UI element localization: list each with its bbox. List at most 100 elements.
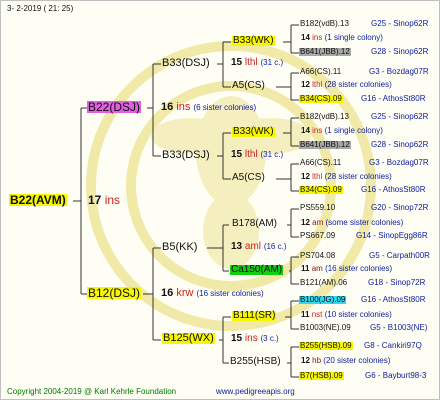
gen2-c-note: (16 c.) bbox=[263, 242, 287, 251]
gen4-14[interactable]: B1003(NE).09 bbox=[300, 324, 351, 332]
gen1-sire-note: (16 sister colonies) bbox=[196, 289, 264, 298]
gen3-a-number: 14 bbox=[301, 33, 310, 42]
gen3-e-note: (some sister colonies) bbox=[325, 218, 404, 227]
gen3-e-info: 12 am (some sister colonies) bbox=[301, 219, 403, 227]
footer-website-link[interactable]: www.pedigreeapis.org bbox=[216, 388, 295, 396]
gen4-2[interactable]: B641(JBB).12 bbox=[299, 48, 351, 56]
gen3-a-info: 14 ins (1 single colony) bbox=[301, 34, 383, 42]
gen4-13[interactable]: B100(JG).09 bbox=[299, 296, 347, 304]
gen4-6[interactable]: B641(JBB).12 bbox=[299, 141, 351, 149]
gen4-10-group: G14 - SinopEgg86R bbox=[356, 231, 428, 240]
gen4-8-group: G16 - AthosSt80R bbox=[361, 185, 426, 194]
gen2-b-number: 15 bbox=[231, 149, 243, 160]
gen4-1-group: G25 - Sinop62R bbox=[371, 19, 429, 28]
gen2-d-note: (3 c.) bbox=[260, 334, 279, 343]
gen3-b[interactable]: A5(CS) bbox=[232, 81, 265, 91]
gen3-a-note: (1 single colony) bbox=[324, 33, 383, 42]
gen2-d-word: ins bbox=[244, 333, 258, 344]
gen2-d[interactable]: B125(WX) bbox=[162, 333, 215, 344]
gen2-b-word: lthl bbox=[244, 149, 258, 160]
gen2-c-info: 13 aml (16 c.) bbox=[231, 242, 286, 252]
gen2-d-info: 15 ins (3 c.) bbox=[231, 334, 279, 344]
gen3-c-info: 14 ins (1 single colony) bbox=[301, 127, 383, 135]
gen4-4[interactable]: B34(CS).09 bbox=[299, 95, 343, 103]
gen3-g-info: 11 nst (10 sister colonies) bbox=[301, 311, 392, 319]
gen2-b[interactable]: B33(DSJ) bbox=[162, 150, 210, 161]
root-queen[interactable]: B22(AVM) bbox=[9, 194, 67, 206]
gen3-e-number: 12 bbox=[301, 218, 310, 227]
gen2-a-word: lthl bbox=[244, 57, 258, 68]
gen1-sire-word: krw bbox=[176, 287, 194, 299]
gen3-c[interactable]: B33(WK) bbox=[232, 127, 275, 137]
gen4-7-group: G3 - Bozdag07R bbox=[369, 158, 429, 167]
gen3-f-number: 11 bbox=[301, 264, 310, 273]
gen3-f-note: (16 sister colonies) bbox=[325, 264, 393, 273]
gen4-11[interactable]: PS704.08 bbox=[300, 252, 335, 260]
gen3-a-word: ins bbox=[312, 33, 323, 42]
gen4-15[interactable]: B255(HSB).09 bbox=[299, 342, 353, 350]
gen4-9-group: G20 - Sinop72R bbox=[371, 203, 429, 212]
gen3-h[interactable]: B255(HSB) bbox=[230, 357, 281, 367]
gen3-c-word: ins bbox=[312, 126, 323, 135]
gen1-dam[interactable]: B22(DSJ) bbox=[87, 101, 142, 113]
gen3-d-word: lthl bbox=[312, 172, 323, 181]
gen1-dam-word: ins bbox=[176, 101, 191, 113]
gen3-a[interactable]: B33(WK) bbox=[232, 36, 275, 46]
gen2-b-note: (31 c.) bbox=[260, 150, 284, 159]
gen2-c[interactable]: B5(KK) bbox=[162, 242, 197, 253]
gen1-dam-info: 16 ins (6 sister colonies) bbox=[161, 102, 256, 113]
gen4-16[interactable]: B7(HSB).09 bbox=[299, 372, 344, 380]
gen3-d-number: 12 bbox=[301, 172, 310, 181]
gen4-14-group: G5 - B1003(NE) bbox=[370, 323, 428, 332]
gen3-f-word: am bbox=[311, 264, 323, 273]
gen3-c-note: (1 single colony) bbox=[324, 126, 383, 135]
gen2-b-info: 15 lthl (31 c.) bbox=[231, 150, 283, 160]
gen2-c-number: 13 bbox=[231, 241, 243, 252]
footer-copyright: Copyright 2004-2019 @ Karl Kehrle Founda… bbox=[7, 387, 177, 396]
gen4-6-group: G28 - Sinop62R bbox=[371, 140, 429, 149]
gen4-15-group: G8 - Cankiri97Q bbox=[364, 341, 422, 350]
gen3-d[interactable]: A5(CS) bbox=[232, 173, 265, 183]
gen3-b-info: 12 lthl (28 sister colonies) bbox=[301, 81, 392, 89]
root-ins-number: 17 bbox=[88, 193, 102, 207]
gen2-a[interactable]: B33(DSJ) bbox=[162, 58, 210, 69]
gen4-8[interactable]: B34(CS).09 bbox=[299, 186, 343, 194]
gen1-dam-note: (6 sister colonies) bbox=[193, 103, 257, 112]
gen4-5-group: G25 - Sinop62R bbox=[371, 112, 429, 121]
gen4-11-group: G5 - Carpath00R bbox=[369, 251, 430, 260]
gen4-10[interactable]: PS667.09 bbox=[300, 232, 335, 240]
gen3-f[interactable]: Ca150(AM) bbox=[230, 265, 284, 275]
gen2-d-number: 15 bbox=[231, 333, 243, 344]
gen3-e[interactable]: B178(AM) bbox=[232, 219, 277, 229]
gen2-c-word: aml bbox=[244, 241, 262, 252]
gen3-e-word: am bbox=[312, 218, 324, 227]
gen3-c-number: 14 bbox=[301, 126, 310, 135]
gen4-9[interactable]: PS559.10 bbox=[300, 204, 335, 212]
gen4-3[interactable]: A66(CS).11 bbox=[300, 68, 341, 76]
gen4-12-group: G18 - Sinop72R bbox=[368, 278, 426, 287]
gen2-a-note: (31 c.) bbox=[260, 58, 284, 67]
gen3-h-info: 12 hb (20 sister colonies) bbox=[301, 357, 390, 365]
pedigree-chart: 3- 2-2019 ( 21: 25) B22(AVM) 17 ins B22(… bbox=[0, 0, 440, 400]
gen1-sire-number: 16 bbox=[161, 287, 174, 299]
gen4-12[interactable]: B121(AM).06 bbox=[300, 279, 347, 287]
gen3-h-word: hb bbox=[312, 356, 322, 365]
gen4-1[interactable]: B182(vdB).13 bbox=[300, 20, 349, 28]
gen4-5[interactable]: B182(vdB).13 bbox=[300, 113, 349, 121]
gen4-7[interactable]: A66(CS).11 bbox=[300, 159, 341, 167]
gen3-g[interactable]: B111(SR) bbox=[232, 311, 277, 321]
gen2-a-number: 15 bbox=[231, 57, 243, 68]
gen4-13-group: G16 - AthosSt80R bbox=[361, 295, 426, 304]
gen1-dam-number: 16 bbox=[161, 101, 174, 113]
root-ins-info: 17 ins bbox=[88, 194, 120, 206]
gen4-3-group: G3 - Bozdag07R bbox=[369, 67, 429, 76]
gen3-b-note: (28 sister colonies) bbox=[324, 80, 392, 89]
gen4-2-group: G28 - Sinop62R bbox=[371, 47, 429, 56]
gen4-4-group: G16 - AthosSt80R bbox=[361, 94, 426, 103]
gen3-h-number: 12 bbox=[301, 356, 310, 365]
gen3-g-word: nst bbox=[311, 310, 323, 319]
gen4-16-group: G6 - Bayburt98-3 bbox=[365, 371, 427, 380]
gen2-a-info: 15 lthl (31 c.) bbox=[231, 58, 283, 68]
gen3-g-note: (10 sister colonies) bbox=[324, 310, 392, 319]
gen1-sire[interactable]: B12(DSJ) bbox=[87, 287, 142, 299]
